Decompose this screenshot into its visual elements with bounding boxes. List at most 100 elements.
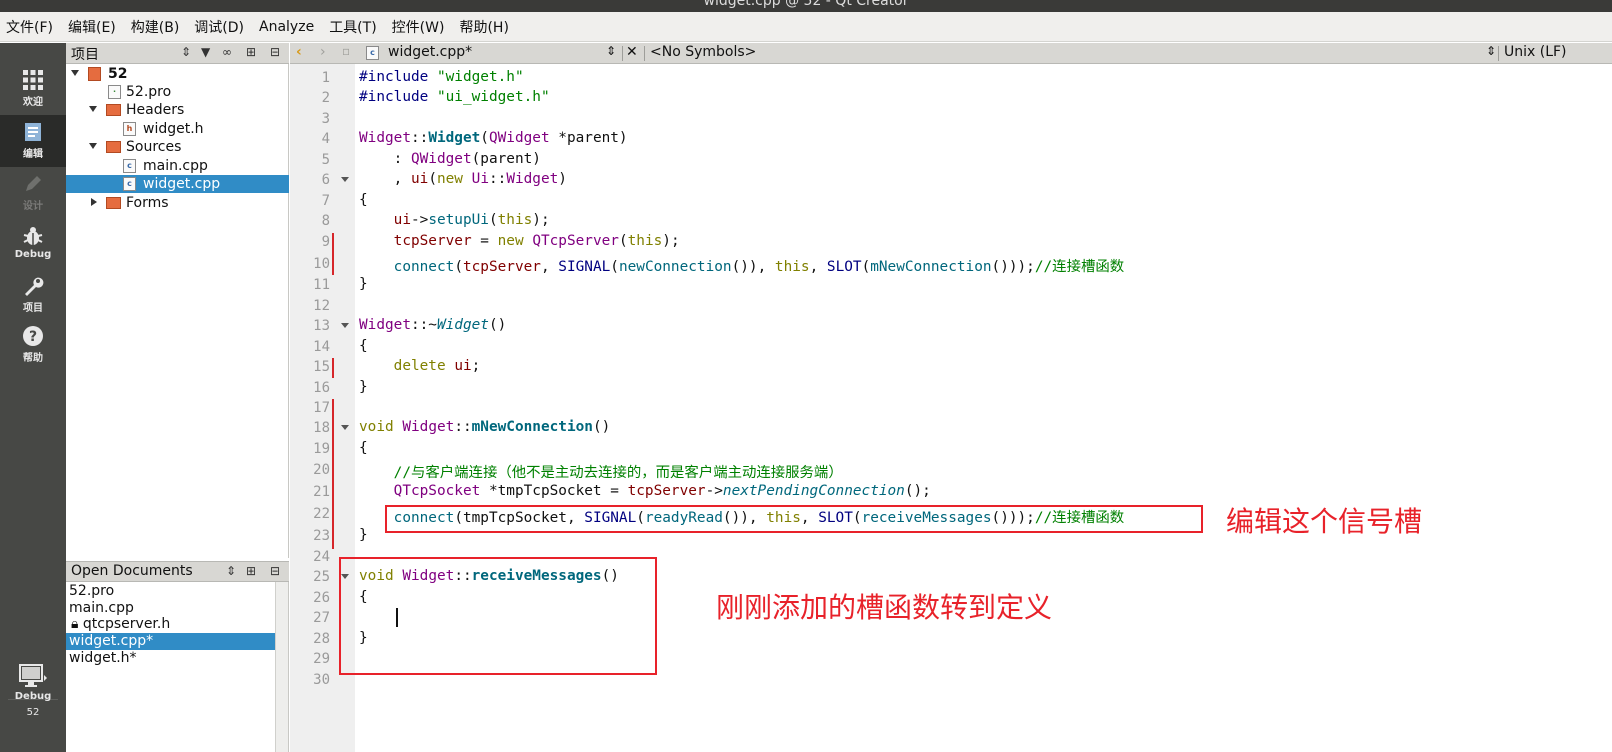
fold-marker-icon[interactable] — [341, 177, 349, 182]
code-token: Widget — [402, 419, 455, 435]
mode-design[interactable]: 设计 — [0, 167, 66, 219]
line-number: 29 — [313, 651, 330, 667]
tree-item-sources[interactable]: Sources — [66, 138, 289, 156]
open-doc-item-locked[interactable]: 🔒︎ qtcpserver.h — [66, 616, 276, 633]
open-doc-item-active[interactable]: widget.cpp* — [66, 633, 276, 650]
code-token: (parent) — [471, 151, 541, 167]
code-token: ::~ — [410, 317, 437, 333]
menu-build[interactable]: 构建(B) — [131, 17, 180, 37]
line-number: 14 — [313, 339, 330, 355]
open-doc-item[interactable]: main.cpp — [66, 600, 276, 617]
code-token: QTcpServer — [532, 233, 619, 249]
bug-icon — [23, 227, 43, 245]
symbols-dropdown[interactable]: <No Symbols> — [650, 44, 756, 60]
tree-item-widget-h[interactable]: h widget.h — [66, 120, 289, 138]
open-doc-item[interactable]: 52.pro — [66, 583, 276, 600]
code-token: :: — [454, 419, 472, 435]
mode-welcome[interactable]: 欢迎 — [0, 63, 66, 115]
code-token: QTcpSocket — [393, 483, 481, 499]
collapse-arrow-icon[interactable] — [91, 198, 97, 206]
menu-file[interactable]: 文件(F) — [6, 17, 53, 37]
tree-item-widget-cpp[interactable]: c widget.cpp — [66, 175, 289, 193]
close-pane-icon[interactable]: ⊟ — [270, 564, 280, 578]
expand-arrow-icon[interactable] — [71, 70, 79, 76]
code-token: ( — [454, 259, 463, 275]
close-pane-icon[interactable]: ⊟ — [270, 45, 280, 59]
code-token: #include — [359, 69, 437, 85]
code-line-8: ui->setupUi(this); — [359, 212, 550, 228]
code-token: ui — [393, 212, 411, 228]
code-line-4: Widget::Widget(QWidget *parent) — [359, 130, 628, 146]
change-marker — [332, 358, 334, 378]
code-token: setupUi — [428, 212, 489, 228]
mode-help-label: 帮助 — [23, 353, 43, 364]
code-token: ( — [428, 171, 437, 187]
tree-item-project-root[interactable]: 52 — [66, 65, 289, 83]
tree-item-headers[interactable]: Headers — [66, 101, 289, 119]
tree-item-main-cpp[interactable]: c main.cpp — [66, 157, 289, 175]
code-token: QWidget — [410, 151, 472, 167]
code-line-18: void Widget::mNewConnection() — [359, 419, 610, 435]
current-file-name[interactable]: widget.cpp* — [388, 44, 472, 60]
tree-item-forms[interactable]: Forms — [66, 194, 289, 212]
menu-analyze[interactable]: Analyze — [259, 19, 314, 35]
mode-help[interactable]: ? 帮助 — [0, 319, 66, 371]
updown-icon[interactable]: ⇕ — [606, 44, 616, 58]
menu-tools[interactable]: 工具(T) — [329, 17, 376, 37]
updown-icon[interactable]: ⇕ — [1486, 44, 1496, 58]
forward-arrow-icon[interactable]: › — [320, 44, 326, 60]
menu-debug[interactable]: 调试(D) — [194, 17, 244, 37]
tree-item-pro-file[interactable]: · 52.pro — [66, 83, 289, 101]
code-token: ())); — [991, 259, 1035, 275]
close-document-icon[interactable]: ✕ — [626, 44, 638, 60]
code-line-19: { — [359, 440, 368, 456]
line-number: 22 — [313, 506, 330, 522]
back-arrow-icon[interactable]: ‹ — [296, 44, 302, 60]
code-comment: //连接槽函数 — [1034, 259, 1125, 275]
expand-arrow-icon[interactable] — [89, 143, 97, 149]
code-line-5: : QWidget(parent) — [359, 151, 541, 167]
pro-file-icon: · — [108, 85, 121, 99]
line-number: 19 — [313, 441, 330, 457]
line-number: 13 — [313, 318, 330, 334]
code-token: (); — [904, 483, 931, 499]
fold-marker-icon[interactable] — [341, 425, 349, 430]
fold-marker-icon[interactable] — [341, 323, 349, 328]
open-documents-scrollbar[interactable] — [275, 582, 288, 752]
expand-arrow-icon[interactable] — [89, 106, 97, 112]
menu-edit[interactable]: 编辑(E) — [68, 17, 116, 37]
updown-icon[interactable]: ⇕ — [181, 45, 191, 59]
line-number: 5 — [321, 152, 330, 168]
code-token: ; — [471, 358, 481, 374]
code-token: "ui_widget.h" — [436, 89, 550, 105]
updown-icon[interactable]: ⇕ — [226, 564, 236, 578]
code-token: Ui — [471, 171, 489, 187]
kit-selector[interactable]: Debug — [0, 657, 66, 717]
open-documents-list: 52.pro main.cpp 🔒︎ qtcpserver.h widget.c… — [66, 582, 289, 752]
split-icon[interactable]: ⊞ — [246, 45, 256, 59]
mode-projects[interactable]: 项目 — [0, 269, 66, 321]
code-token: QWidget — [488, 130, 550, 146]
folder-icon — [106, 141, 121, 153]
menu-help[interactable]: 帮助(H) — [459, 17, 508, 37]
line-number: 15 — [313, 359, 330, 375]
line-ending-dropdown[interactable]: Unix (LF) — [1504, 44, 1567, 60]
menu-widgets[interactable]: 控件(W) — [392, 17, 445, 37]
link-icon[interactable]: ∞ — [222, 45, 232, 59]
project-panel-title[interactable]: 项目 — [71, 44, 99, 64]
split-icon[interactable]: ⊞ — [246, 564, 256, 578]
open-documents-title[interactable]: Open Documents — [71, 563, 193, 579]
code-token: :: — [488, 171, 507, 187]
code-line-9: tcpServer = new QTcpServer(this); — [359, 233, 680, 249]
filter-icon[interactable]: ▼ — [201, 45, 210, 59]
project-panel-header: 项目 ⇕ ▼ ∞ ⊞ ⊟ — [66, 43, 289, 64]
code-line-14: { — [359, 338, 368, 354]
window-title: widget.cpp @ 52 - Qt Creator — [703, 0, 909, 9]
line-number: 7 — [321, 193, 330, 209]
mode-debug[interactable]: Debug — [0, 219, 66, 271]
open-doc-item[interactable]: widget.h* — [66, 650, 276, 667]
line-number: 11 — [313, 277, 330, 293]
mode-edit[interactable]: 编辑 — [0, 115, 66, 167]
